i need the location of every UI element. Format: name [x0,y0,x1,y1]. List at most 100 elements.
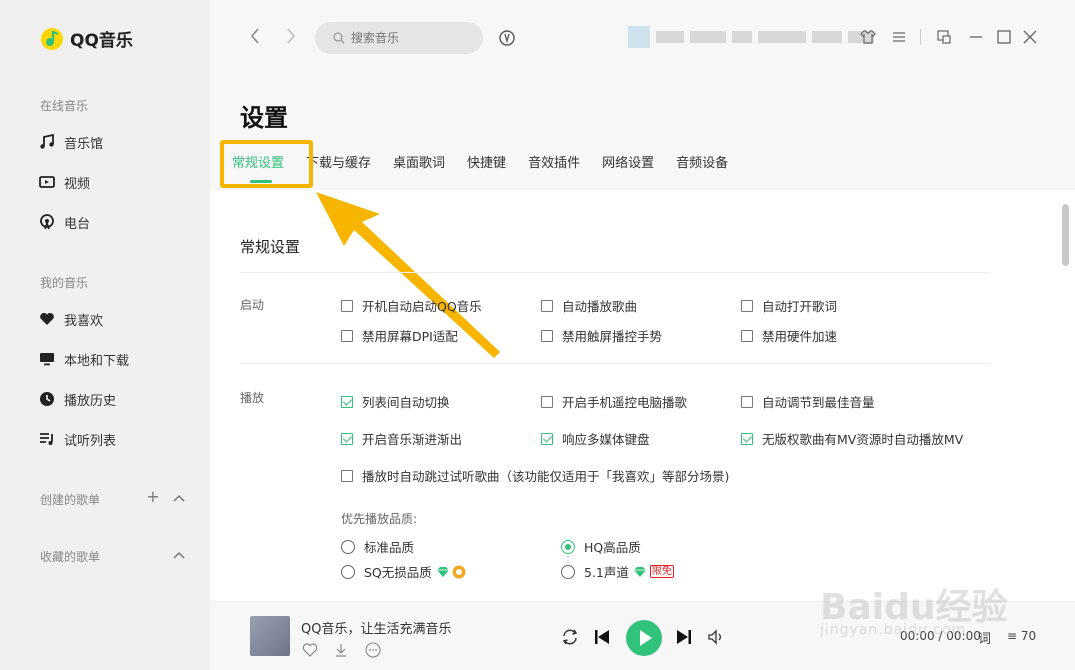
sidebar-item-local-download[interactable]: 本地和下载 [38,348,129,370]
option-label: 自动播放歌曲 [562,299,638,314]
sidebar-item-label: 音乐馆 [64,136,104,152]
tab-download-cache[interactable]: 下载与缓存 [306,150,371,173]
sidebar-item-radio[interactable]: 电台 [38,211,90,233]
checkbox[interactable] [741,329,753,342]
quality-hq-radio[interactable]: HQ高品质 [561,537,641,556]
checkbox[interactable] [741,432,753,445]
option-label: HQ高品质 [584,540,641,555]
app-logo[interactable]: QQ音乐 [40,26,133,51]
search-icon [333,32,345,44]
skin-icon[interactable] [860,29,876,45]
sidebar-item-video[interactable]: 视频 [38,171,90,193]
tab-desktop-lyrics[interactable]: 桌面歌词 [393,150,445,173]
more-icon[interactable] [365,642,381,658]
tab-highlight-box [220,140,313,188]
skip-trial-songs-checkbox[interactable]: 播放时自动跳过试听歌曲（该功能仅适用于「我喜欢」等部分场景) [341,466,729,485]
user-profile[interactable] [628,26,880,48]
voice-search-icon[interactable] [499,29,515,47]
list-auto-switch-checkbox[interactable]: 列表间自动切换 [341,392,450,411]
sidebar-item-label: 视频 [64,176,91,192]
add-playlist-icon[interactable]: + [145,489,161,505]
sidebar-item-music-hall[interactable]: 音乐馆 [38,131,103,153]
album-cover[interactable] [250,616,290,656]
checkbox[interactable] [741,395,753,408]
chevron-up-icon[interactable] [171,489,187,505]
radio[interactable] [341,564,355,579]
quality-sq-radio[interactable]: SQ无损品质 [341,562,466,581]
search-box[interactable] [315,22,483,54]
online-music-section: 在线音乐 [40,99,89,113]
sidebar-item-label: 试听列表 [64,433,117,449]
mini-mode-icon[interactable] [936,29,952,45]
option-label: 自动打开歌词 [762,299,838,314]
option-label: 禁用触屏播控手势 [562,329,663,344]
tab-sound-plugins[interactable]: 音效插件 [528,150,580,173]
sidebar-item-favorites[interactable]: 我喜欢 [38,308,103,330]
option-label: 开启音乐渐进渐出 [362,432,463,447]
heart-icon[interactable] [302,642,318,658]
radio[interactable] [561,539,575,554]
checkbox[interactable] [341,299,353,312]
lyrics-button[interactable]: 词 [978,628,991,647]
monitor-icon [38,350,56,368]
close-icon[interactable] [1022,29,1038,45]
menu-icon[interactable] [891,29,907,45]
auto-launch-checkbox[interactable]: 开机自动启动QQ音乐 [341,296,482,315]
sidebar-item-label: 播放历史 [64,393,117,409]
created-playlists-section: 创建的歌单 [40,493,101,507]
option-label: 禁用硬件加速 [762,329,838,344]
option-label: 无版权歌曲有MV资源时自动播放MV [762,432,964,447]
sidebar-item-history[interactable]: 播放历史 [38,388,116,410]
playlist-count-button[interactable]: ≡ 70 [1007,629,1036,643]
tab-audio-device[interactable]: 音频设备 [676,150,728,173]
checkbox[interactable] [541,329,553,342]
auto-volume-checkbox[interactable]: 自动调节到最佳音量 [741,392,875,411]
maximize-icon[interactable] [996,29,1012,45]
auto-play-checkbox[interactable]: 自动播放歌曲 [541,296,637,315]
sidebar-item-trial-list[interactable]: 试听列表 [38,428,116,450]
play-button[interactable] [626,620,662,656]
quality-standard-radio[interactable]: 标准品质 [341,537,414,556]
media-keys-checkbox[interactable]: 响应多媒体键盘 [541,429,650,448]
option-label: 自动调节到最佳音量 [762,395,875,410]
repeat-icon[interactable] [561,628,579,646]
avatar[interactable] [628,26,650,48]
fade-in-out-checkbox[interactable]: 开启音乐渐进渐出 [341,429,462,448]
baidu-watermark-url: jingyan.baidu.com [820,622,967,638]
checkbox[interactable] [341,395,353,408]
checkbox[interactable] [341,469,353,482]
disable-dpi-checkbox[interactable]: 禁用屏幕DPI适配 [341,326,458,345]
auto-open-lyrics-checkbox[interactable]: 自动打开歌词 [741,296,837,315]
quality-5-1-radio[interactable]: 5.1声道 限免 [561,562,674,581]
forward-icon[interactable] [282,28,300,46]
checkbox[interactable] [541,299,553,312]
option-label: 开机自动启动QQ音乐 [362,299,482,314]
next-icon[interactable] [675,628,693,646]
checkbox[interactable] [341,432,353,445]
disable-hw-accel-checkbox[interactable]: 禁用硬件加速 [741,326,837,345]
divider [920,29,921,45]
tab-shortcuts[interactable]: 快捷键 [467,150,506,173]
auto-play-mv-checkbox[interactable]: 无版权歌曲有MV资源时自动播放MV [741,429,963,448]
checkbox[interactable] [541,395,553,408]
song-title[interactable]: QQ音乐，让生活充满音乐 [301,618,451,637]
scrollbar[interactable] [1062,204,1069,266]
checkbox[interactable] [741,299,753,312]
phone-remote-checkbox[interactable]: 开启手机遥控电脑播歌 [541,392,687,411]
volume-icon[interactable] [707,628,725,646]
back-icon[interactable] [246,28,264,46]
playlist-icon [38,430,56,448]
settings-panel: 设置 常规设置 下载与缓存 桌面歌词 快捷键 音效插件 网络设置 音频设备 常规… [210,74,1075,601]
minimize-icon[interactable] [968,29,984,45]
tab-network[interactable]: 网络设置 [602,150,654,173]
option-label: 响应多媒体键盘 [562,432,650,447]
chevron-up-icon[interactable] [171,546,187,562]
radio[interactable] [561,564,575,579]
download-icon[interactable] [333,642,349,658]
search-input[interactable] [351,31,471,45]
disable-touch-gesture-checkbox[interactable]: 禁用触屏播控手势 [541,326,662,345]
checkbox[interactable] [341,329,353,342]
radio[interactable] [341,539,355,554]
previous-icon[interactable] [593,628,611,646]
checkbox[interactable] [541,432,553,445]
